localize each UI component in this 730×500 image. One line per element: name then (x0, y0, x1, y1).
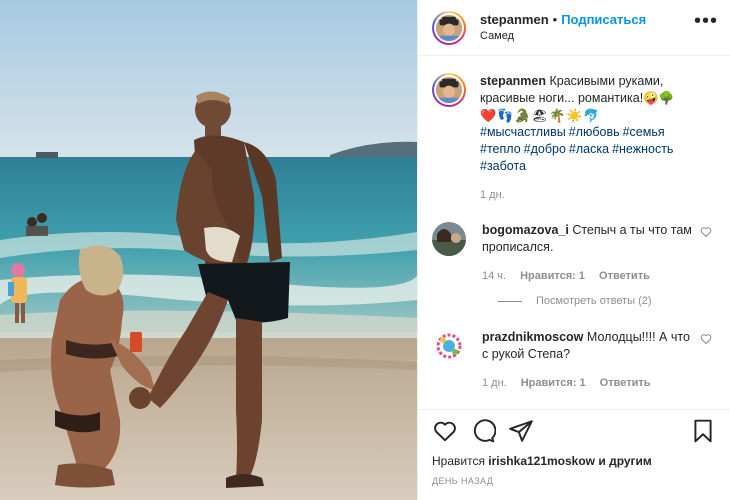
caption-hashtags: #мысчастливы #любовь #семья #тепло #добро #л… (480, 124, 696, 175)
likes-user[interactable]: irishka121moskow (488, 454, 595, 468)
reply-button[interactable]: Ответить (599, 268, 650, 285)
hashtag-link[interactable]: #забота (480, 159, 526, 173)
reply-button[interactable]: Ответить (600, 375, 651, 392)
author-username[interactable]: stepanmen (480, 12, 549, 28)
comment-heart-icon[interactable] (700, 333, 712, 345)
hashtag-link[interactable]: #семья (623, 125, 665, 139)
comment-row: bogomazova_i Степыч а ты что там прописа… (432, 222, 716, 285)
post-actions: Нравится irishka121moskow и другим День … (418, 409, 730, 500)
commenter-avatar[interactable] (432, 329, 466, 363)
replies-divider (498, 300, 522, 302)
view-replies-button[interactable]: Посмотреть ответы (2) (498, 295, 716, 307)
hashtag-link[interactable]: #мысчастливы (480, 125, 566, 139)
likes-others[interactable]: и другим (598, 454, 651, 468)
comment-likes[interactable]: Нравится: 1 (520, 268, 585, 285)
beach-photo (0, 0, 417, 500)
comment-row: prazdnikmoscow Молодцы!!!! А что с рукой… (432, 329, 716, 392)
share-icon[interactable] (508, 418, 534, 444)
caption-meta: 1 дн. (480, 187, 696, 204)
caption-time[interactable]: 1 дн. (480, 187, 505, 204)
comment-username[interactable]: prazdnikmoscow (482, 330, 583, 344)
hashtag-link[interactable]: #нежность (612, 142, 673, 156)
post-panel: stepanmen • Подписаться Самед ••• stepan… (417, 0, 730, 500)
comment-meta: 14 ч. Нравится: 1 Ответить (482, 268, 696, 285)
caption-username[interactable]: stepanmen (480, 74, 546, 88)
view-replies-label: Посмотреть ответы (2) (536, 295, 652, 307)
comment-heart-icon[interactable] (700, 226, 712, 238)
bookmark-icon[interactable] (690, 418, 716, 444)
hashtag-link[interactable]: #тепло (480, 142, 521, 156)
comment-icon[interactable] (470, 418, 496, 444)
caption-row: stepanmen Красивыми руками, красивые ног… (432, 73, 716, 204)
comment-username[interactable]: bogomazova_i (482, 223, 569, 237)
post-location[interactable]: Самед (480, 28, 646, 44)
comment-time[interactable]: 1 дн. (482, 375, 507, 392)
likes-summary: Нравится irishka121moskow и другим (432, 454, 716, 468)
caption-avatar[interactable] (432, 73, 466, 107)
comment-meta: 1 дн. Нравится: 1 Ответить (482, 375, 696, 392)
hashtag-link[interactable]: #ласка (569, 142, 609, 156)
hashtag-link[interactable]: #добро (524, 142, 566, 156)
heart-icon[interactable] (432, 418, 458, 444)
post-photo[interactable] (0, 0, 417, 500)
more-dots-icon[interactable]: ••• (694, 11, 718, 38)
post-date[interactable]: День назад (432, 476, 716, 486)
action-icons (432, 410, 716, 452)
likes-prefix: Нравится (432, 454, 485, 468)
separator-dot: • (552, 11, 558, 27)
author-avatar[interactable] (432, 10, 466, 45)
follow-button[interactable]: Подписаться (561, 12, 646, 28)
commenter-avatar[interactable] (432, 222, 466, 256)
caption-emojis: ❤️👣🐊🏖🌴☀️🐬 (480, 108, 601, 123)
comment-likes[interactable]: Нравится: 1 (521, 375, 586, 392)
hashtag-link[interactable]: #любовь (569, 125, 620, 139)
comment-time[interactable]: 14 ч. (482, 268, 506, 285)
post-header: stepanmen • Подписаться Самед ••• (418, 0, 730, 56)
comments-list: stepanmen Красивыми руками, красивые ног… (418, 57, 730, 409)
